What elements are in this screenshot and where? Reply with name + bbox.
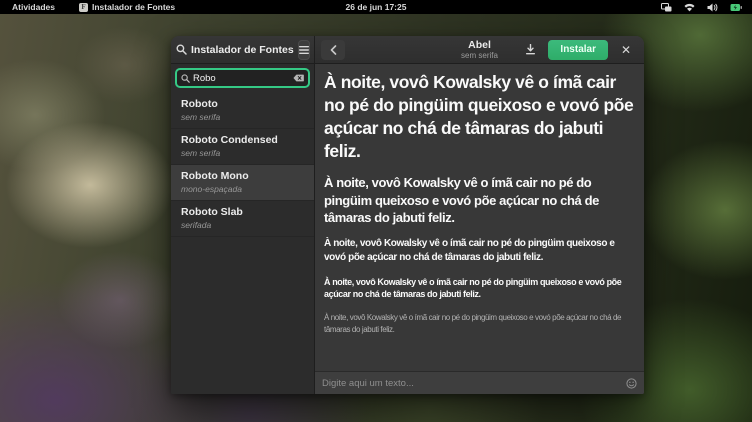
font-list-item[interactable]: Roboto Mono mono-espaçada — [171, 165, 314, 201]
header-bar: Instalador de Fontes Abel sem serifa Ins… — [171, 36, 644, 64]
font-list: Roboto sem serifa Roboto Condensed sem seri… — [171, 93, 314, 394]
font-list-item-name: Roboto Slab — [181, 206, 304, 218]
top-bar: Atividades F Instalador de Fontes 26 de … — [0, 0, 752, 14]
pangram-preview-5: À noite, vovô Kowalsky vê o ímã cair no … — [324, 312, 635, 335]
font-list-item-style: mono-espaçada — [181, 184, 304, 194]
font-list-item-name: Roboto Mono — [181, 170, 304, 182]
wifi-icon — [684, 3, 695, 12]
search-icon — [181, 74, 190, 83]
preview-waterfall: À noite, vovô Kowalsky vê o ímã cair no … — [315, 64, 644, 371]
font-list-item[interactable]: Roboto sem serifa — [171, 93, 314, 129]
custom-text-input[interactable] — [322, 378, 620, 389]
download-button[interactable] — [518, 40, 542, 60]
pangram-preview-2: À noite, vovô Kowalsky vê o ímã cair no … — [324, 174, 635, 225]
clock[interactable]: 26 de jun 17:25 — [0, 2, 752, 12]
window-title: Instalador de Fontes — [191, 44, 294, 56]
font-list-item-style: serifada — [181, 220, 304, 230]
close-icon[interactable]: ✕ — [614, 40, 638, 60]
volume-icon — [707, 3, 718, 12]
clear-search-icon[interactable] — [293, 74, 304, 82]
battery-icon — [730, 3, 742, 12]
custom-text-entry — [315, 371, 644, 394]
menu-button[interactable] — [298, 40, 310, 60]
pangram-preview-3: À noite, vovô Kowalsky vê o ímã cair no … — [324, 237, 635, 265]
font-installer-window: Instalador de Fontes Abel sem serifa Ins… — [171, 36, 644, 394]
screen-share-icon — [661, 3, 672, 12]
emoji-icon[interactable] — [626, 378, 637, 389]
font-list-item-style: sem serifa — [181, 112, 304, 122]
system-status-area[interactable] — [661, 3, 752, 12]
search-toggle-button[interactable] — [176, 40, 187, 60]
font-list-item[interactable]: Roboto Condensed sem serifa — [171, 129, 314, 165]
pangram-preview-4: À noite, vovô Kowalsky vê o ímã cair no … — [324, 276, 635, 301]
font-list-item-name: Roboto — [181, 98, 304, 110]
back-button[interactable] — [321, 40, 345, 60]
install-button[interactable]: Instalar — [548, 40, 608, 60]
font-list-item[interactable]: Roboto Slab serifada — [171, 201, 314, 237]
sidebar-header: Instalador de Fontes — [171, 36, 315, 63]
preview-pane: À noite, vovô Kowalsky vê o ímã cair no … — [315, 64, 644, 394]
sidebar: Roboto sem serifa Roboto Condensed sem seri… — [171, 64, 315, 394]
font-list-item-name: Roboto Condensed — [181, 134, 304, 146]
pangram-preview-1: À noite, vovô Kowalsky vê o ímã cair no … — [324, 71, 635, 163]
search-entry — [175, 68, 310, 88]
search-input[interactable] — [193, 73, 290, 84]
font-list-item-style: sem serifa — [181, 148, 304, 158]
preview-header: Abel sem serifa Instalar ✕ — [315, 36, 644, 63]
